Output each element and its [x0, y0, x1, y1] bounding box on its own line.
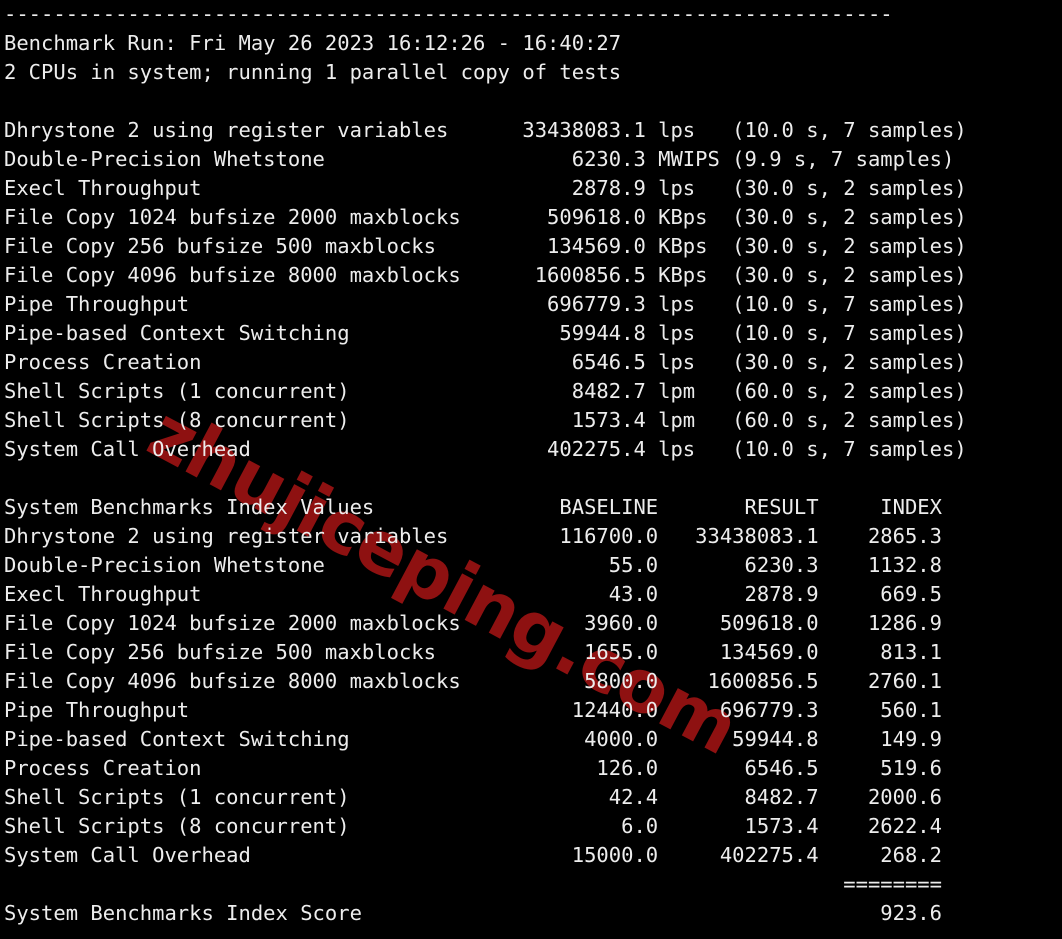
raw-result-row: File Copy 256 bufsize 500 maxblocks 1345…: [4, 234, 967, 258]
raw-result-row: File Copy 1024 bufsize 2000 maxblocks 50…: [4, 205, 967, 229]
index-table-row: Dhrystone 2 using register variables 116…: [4, 524, 942, 548]
index-table-row: System Call Overhead 15000.0 402275.4 26…: [4, 843, 942, 867]
raw-result-row: Execl Throughput 2878.9 lps (30.0 s, 2 s…: [4, 176, 967, 200]
raw-result-row: Double-Precision Whetstone 6230.3 MWIPS …: [4, 147, 955, 171]
raw-result-row: Process Creation 6546.5 lps (30.0 s, 2 s…: [4, 350, 967, 374]
index-table-row: Shell Scripts (8 concurrent) 6.0 1573.4 …: [4, 814, 942, 838]
index-table-header: System Benchmarks Index Values BASELINE …: [4, 495, 942, 519]
index-table-row: File Copy 1024 bufsize 2000 maxblocks 39…: [4, 611, 942, 635]
index-table-row: Execl Throughput 43.0 2878.9 669.5: [4, 582, 942, 606]
raw-result-row: Shell Scripts (8 concurrent) 1573.4 lpm …: [4, 408, 967, 432]
terminal-output: ----------------------------------------…: [0, 0, 967, 928]
raw-result-row: Shell Scripts (1 concurrent) 8482.7 lpm …: [4, 379, 967, 403]
raw-result-row: Dhrystone 2 using register variables 334…: [4, 118, 967, 142]
index-table-row: Pipe-based Context Switching 4000.0 5994…: [4, 727, 942, 751]
index-table-row: File Copy 256 bufsize 500 maxblocks 1655…: [4, 640, 942, 664]
separator-line-score: ========: [4, 872, 942, 896]
blank-line-after-header: [4, 87, 967, 116]
raw-result-row: Pipe-based Context Switching 59944.8 lps…: [4, 321, 967, 345]
benchmark-run-line: Benchmark Run: Fri May 26 2023 16:12:26 …: [4, 31, 622, 55]
index-table-row: Process Creation 126.0 6546.5 519.6: [4, 756, 942, 780]
raw-result-row: Pipe Throughput 696779.3 lps (10.0 s, 7 …: [4, 292, 967, 316]
terminal-window: zhujiceping.com ------------------------…: [0, 0, 1062, 939]
raw-result-row: File Copy 4096 bufsize 8000 maxblocks 16…: [4, 263, 967, 287]
index-table-row: Double-Precision Whetstone 55.0 6230.3 1…: [4, 553, 942, 577]
blank-line-before-index-table: [4, 464, 967, 493]
raw-result-row: System Call Overhead 402275.4 lps (10.0 …: [4, 437, 967, 461]
index-score-line: System Benchmarks Index Score 923.6: [4, 901, 942, 925]
index-table-row: File Copy 4096 bufsize 8000 maxblocks 58…: [4, 669, 942, 693]
index-table-row: Shell Scripts (1 concurrent) 42.4 8482.7…: [4, 785, 942, 809]
cpu-info-line: 2 CPUs in system; running 1 parallel cop…: [4, 60, 622, 84]
index-table-row: Pipe Throughput 12440.0 696779.3 560.1: [4, 698, 942, 722]
separator-line-top: ----------------------------------------…: [4, 2, 893, 26]
